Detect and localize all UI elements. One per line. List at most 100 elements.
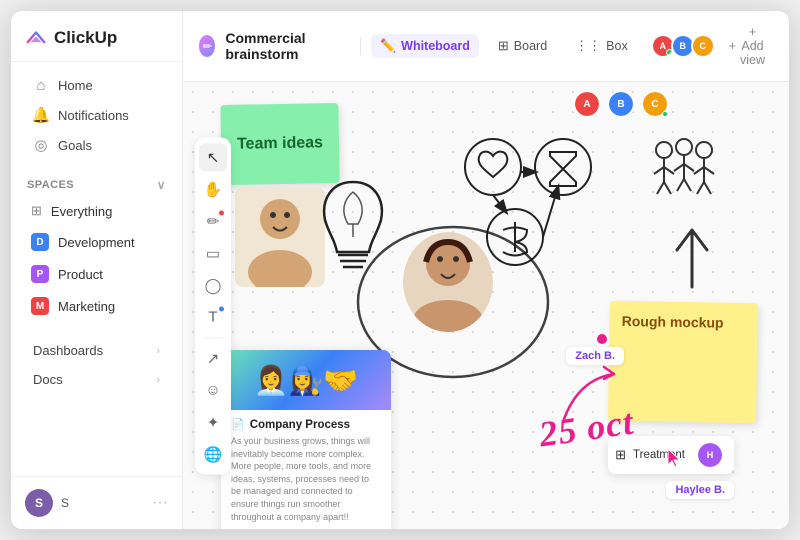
sidebar-footer: S S ··· [11,476,182,529]
haylee-label[interactable]: Haylee B. [666,481,734,499]
zach-text: Zach B. [575,350,615,362]
top-right-avatars: A B C [573,90,669,118]
haylee-text: Haylee B. [675,484,725,496]
home-label: Home [58,78,93,93]
app-title: ClickUp [54,28,117,48]
card-header-emoji: 👩‍💼👩‍🔧🤝 [254,364,359,397]
zach-label[interactable]: Zach B. [566,347,624,365]
av1: A [575,92,599,116]
sticker-tool[interactable]: ☺ [199,376,227,404]
globe-tool[interactable]: 🌐 [199,440,227,468]
notifications-label: Notifications [58,108,129,123]
spaces-label: Spaces [27,179,74,191]
av2: B [609,92,633,116]
development-dot: D [31,233,49,251]
whiteboard-canvas[interactable]: ↖ ✋ ✏ ▭ ◯ T ↗ ☺ ✦ 🌐 Team i [183,82,789,529]
sidebar-logo[interactable]: ClickUp [11,11,182,62]
clickup-logo-icon [25,27,47,49]
avatar-3-circle: C [693,36,713,56]
marketing-label: Marketing [58,299,115,314]
pen-dot [219,210,224,215]
chevron-right-icon: › [156,374,160,386]
topright-avatar-2: B [607,90,635,118]
goals-label: Goals [58,138,92,153]
rectangle-tool[interactable]: ▭ [199,239,227,267]
person2-svg [403,232,493,332]
goals-icon: ◎ [33,137,49,153]
treatment-card[interactable]: ⊞ Treatment H [608,436,734,474]
chevron-right-icon: › [156,345,160,357]
development-label: Development [58,235,135,250]
topbar-divider [360,37,361,55]
tab-board[interactable]: ⊞ Board [489,34,556,58]
treatment-icon: ⊞ [615,447,626,463]
more-options-icon[interactable]: ··· [152,494,168,512]
text-dot [219,306,224,311]
sidebar-bottom: Dashboards › Docs › [11,330,182,400]
page-title: Commercial brainstorm [225,30,342,62]
toolbar-divider [203,337,223,338]
arrow-tool[interactable]: ↗ [199,344,227,372]
collaborator-avatars: A B C [655,34,715,58]
home-icon: ⌂ [33,77,49,93]
person-card-man [235,187,325,287]
people-group-sketch [644,132,724,212]
spaces-section-header: Spaces ∨ [11,168,182,196]
sidebar-item-development[interactable]: D Development [17,227,176,257]
bell-icon: 🔔 [33,107,49,123]
avatar-2-circle: B [673,36,693,56]
red-pin [597,334,607,344]
select-tool[interactable]: ↖ [199,143,227,171]
person-card-woman [403,232,493,332]
pen-tool[interactable]: ✏ [199,207,227,235]
docs-label: Docs [33,372,63,387]
card-header: 👩‍💼👩‍🔧🤝 [221,350,391,410]
sidebar-item-home[interactable]: ⌂ Home [17,70,176,100]
app-window: ClickUp ⌂ Home 🔔 Notifications ◎ Goals S… [10,10,790,530]
box-icon: ⋮⋮ [575,38,601,54]
box-label: Box [606,39,628,53]
sidebar: ClickUp ⌂ Home 🔔 Notifications ◎ Goals S… [11,11,183,529]
person-svg [235,187,325,287]
sticky-note-team-ideas[interactable]: Team ideas [220,103,339,185]
company-process-card[interactable]: 👩‍💼👩‍🔧🤝 📄 Company Process As your busine… [221,350,391,529]
add-view-label: + Add view [740,25,765,67]
treatment-avatar: H [696,441,724,469]
sidebar-item-docs[interactable]: Docs › [17,365,176,394]
tab-box[interactable]: ⋮⋮ Box [566,34,637,58]
sticky-green-text: Team ideas [237,134,323,153]
sidebar-item-product[interactable]: P Product [17,259,176,289]
sidebar-navigation: ⌂ Home 🔔 Notifications ◎ Goals [11,62,182,168]
sidebar-item-notifications[interactable]: 🔔 Notifications [17,100,176,130]
sidebar-item-goals[interactable]: ◎ Goals [17,130,176,160]
ellipse-tool[interactable]: ◯ [199,271,227,299]
user-avatar: S [25,489,53,517]
treatment-av: H [698,443,722,467]
board-icon: ⊞ [498,38,509,54]
grid-icon: ⊞ [31,203,42,219]
up-arrow-sketch [667,222,717,292]
product-label: Product [58,267,103,282]
dashboards-label: Dashboards [33,343,103,358]
magic-tool[interactable]: ✦ [199,408,227,436]
add-view-button[interactable]: + + Add view [721,21,773,71]
sidebar-item-marketing[interactable]: M Marketing [17,291,176,321]
plus-icon: + [729,39,736,53]
topbar: ✏ Commercial brainstorm ✏️ Whiteboard ⊞ … [183,11,789,82]
sidebar-item-everything[interactable]: ⊞ Everything [17,197,176,225]
sticky-yellow-text: Rough mockup [622,313,724,331]
avatar-3: C [691,34,715,58]
card-icon: 📄 [231,418,245,431]
chevron-icon[interactable]: ∨ [157,178,166,192]
whiteboard-icon: ✏️ [380,38,396,54]
card-desc: As your business grows, things will inev… [231,435,381,523]
board-label: Board [514,39,547,53]
user-name: S [61,496,69,510]
card-title: 📄 Company Process [231,418,381,431]
hand-tool[interactable]: ✋ [199,175,227,203]
text-tool[interactable]: T [199,303,227,331]
topright-avatar-1: A [573,90,601,118]
sidebar-item-dashboards[interactable]: Dashboards › [17,336,176,365]
tab-whiteboard[interactable]: ✏️ Whiteboard [371,34,479,58]
card-title-text: Company Process [250,419,350,431]
